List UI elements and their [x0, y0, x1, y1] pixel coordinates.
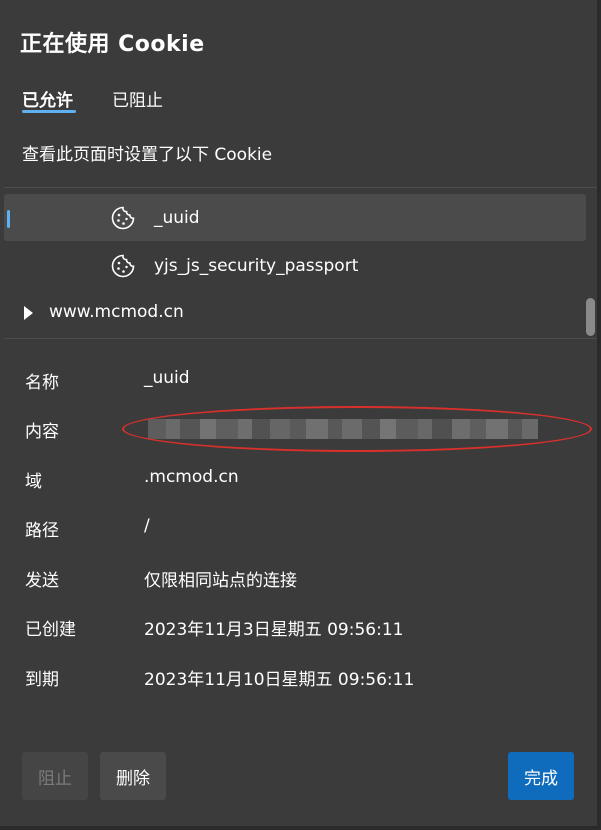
active-tab-indicator	[22, 110, 76, 113]
cookie-row-yjs[interactable]: yjs_js_security_passport	[4, 242, 586, 289]
detail-key: 到期	[25, 670, 59, 690]
detail-row-send: 发送 仅限相同站点的连接	[0, 566, 597, 596]
detail-key: 发送	[25, 571, 59, 591]
detail-key: 已创建	[25, 620, 76, 640]
detail-value: _uuid	[144, 368, 190, 388]
detail-key: 路径	[25, 521, 59, 541]
description-text: 查看此页面时设置了以下 Cookie	[22, 145, 273, 165]
detail-value: 2023年11月10日星期五 09:56:11	[144, 670, 415, 690]
block-button[interactable]: 阻止	[22, 752, 88, 800]
detail-value: /	[144, 516, 150, 536]
cookie-name: yjs_js_security_passport	[154, 255, 359, 276]
tab-blocked-label: 已阻止	[112, 91, 163, 111]
tab-allowed[interactable]: 已允许	[22, 86, 76, 113]
dialog-title: 正在使用 Cookie	[20, 32, 205, 57]
detail-value: .mcmod.cn	[144, 467, 239, 487]
detail-row-created: 已创建 2023年11月3日星期五 09:56:11	[0, 615, 597, 645]
detail-value: 2023年11月3日星期五 09:56:11	[144, 620, 404, 640]
site-name: www.mcmod.cn	[49, 302, 184, 322]
detail-key: 域	[25, 472, 42, 492]
selection-indicator	[7, 210, 10, 228]
detail-key: 内容	[25, 422, 59, 442]
detail-value: 仅限相同站点的连接	[144, 571, 297, 591]
detail-row-domain: 域 .mcmod.cn	[0, 467, 597, 497]
cookie-icon	[111, 206, 135, 229]
cookie-row-uuid[interactable]: _uuid	[4, 194, 586, 241]
cookie-tree: _uuid yjs_js_security_passport www.mcmod…	[4, 188, 597, 338]
cookies-dialog: 正在使用 Cookie 已允许 已阻止 查看此页面时设置了以下 Cookie _…	[0, 0, 599, 828]
site-row-mcmod[interactable]: www.mcmod.cn	[4, 300, 586, 326]
scrollbar-thumb[interactable]	[586, 298, 595, 336]
done-button[interactable]: 完成	[508, 752, 574, 800]
cookie-icon	[111, 254, 135, 277]
tab-blocked[interactable]: 已阻止	[112, 86, 163, 111]
divider	[4, 338, 597, 339]
detail-row-name: 名称 _uuid	[0, 368, 597, 398]
caret-right-icon[interactable]	[24, 306, 33, 320]
cookie-name: _uuid	[154, 207, 200, 228]
detail-row-path: 路径 /	[0, 516, 597, 546]
delete-button[interactable]: 删除	[100, 752, 166, 800]
detail-key: 名称	[25, 373, 59, 393]
detail-row-expires: 到期 2023年11月10日星期五 09:56:11	[0, 665, 597, 695]
red-annotation-ellipse	[122, 406, 592, 452]
tab-allowed-label: 已允许	[22, 91, 73, 111]
